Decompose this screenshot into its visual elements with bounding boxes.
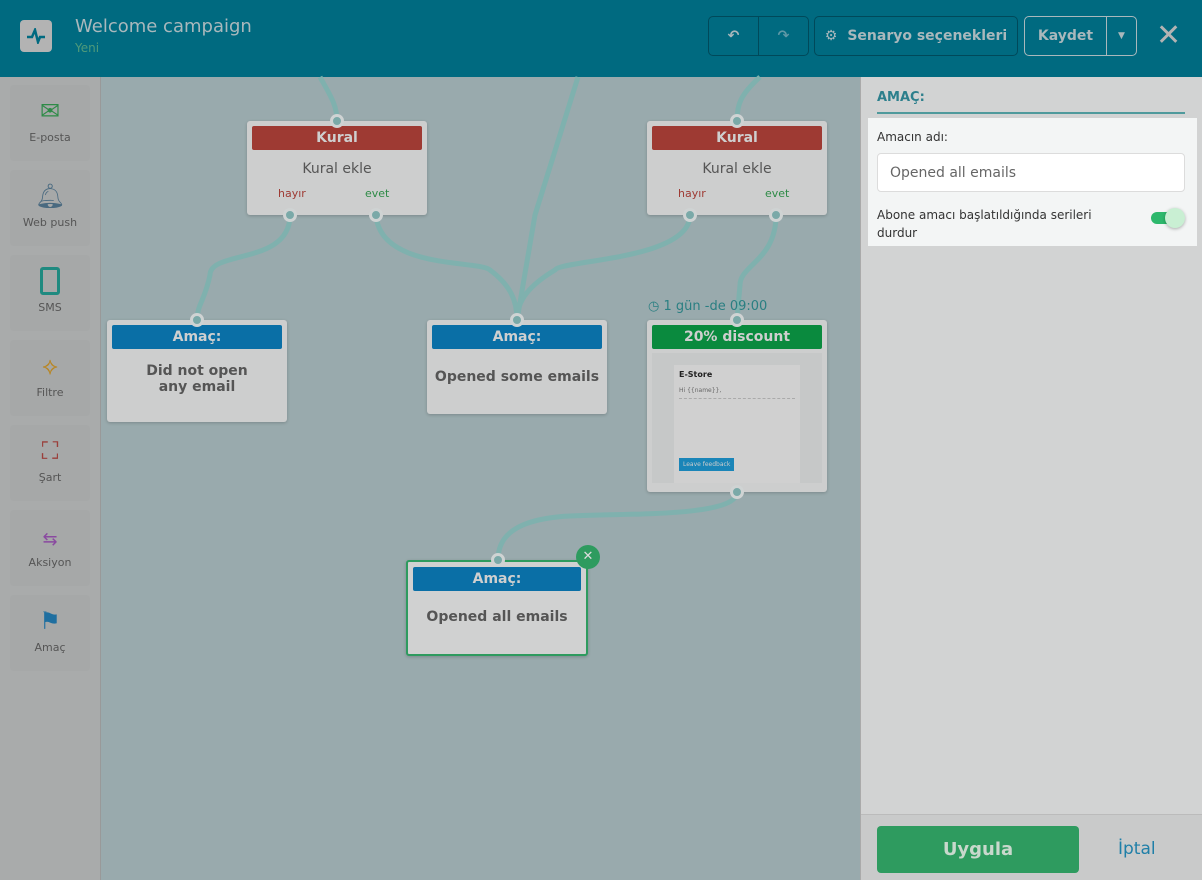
goal-form: Amacın adı: Abone amacı başlatıldığında … [868, 118, 1197, 246]
connector-dot[interactable] [190, 313, 204, 327]
rule-node[interactable]: Kural Kural ekle hayır evet [247, 121, 427, 215]
goal-name-input[interactable] [877, 153, 1185, 192]
yes-branch-label: evet [765, 187, 790, 200]
connection-line [373, 214, 520, 321]
connector-dot[interactable] [369, 208, 383, 222]
panel-footer: Uygula İptal [861, 814, 1202, 880]
yes-branch-label: evet [365, 187, 390, 200]
connector-dot[interactable] [730, 313, 744, 327]
connector-dot[interactable] [730, 114, 744, 128]
goal-node-title: Amaç: [413, 567, 581, 591]
stop-series-label: Abone amacı başlatıldığında serileri dur… [877, 208, 1092, 240]
email-node[interactable]: 20% discount E-Store Hi {{name}}, Leave … [647, 320, 827, 492]
rule-node-title: Kural [652, 126, 822, 150]
save-button[interactable]: Kaydet [1024, 16, 1107, 56]
connector-dot[interactable] [330, 114, 344, 128]
goal-node[interactable]: Amaç: Opened some emails [427, 320, 607, 414]
goal-node-selected[interactable]: Amaç: Opened all emails [406, 560, 588, 656]
panel-section-title: AMAÇ: [877, 90, 1185, 114]
email-greeting: Hi {{name}}, [679, 387, 722, 394]
save-dropdown-button[interactable]: ▼ [1106, 16, 1137, 56]
add-rule-link[interactable]: Kural ekle [647, 161, 827, 177]
connection-line [514, 76, 581, 321]
apply-button[interactable]: Uygula [877, 826, 1079, 873]
connector-dot[interactable] [510, 313, 524, 327]
connector-dot[interactable] [769, 208, 783, 222]
connection-line [194, 214, 293, 321]
rule-node-title: Kural [252, 126, 422, 150]
delay-label: ◷ 1 gün -de 09:00 [648, 299, 767, 314]
delete-node-icon[interactable]: ✕ [576, 545, 600, 569]
toggle-knob [1165, 208, 1185, 228]
goal-node[interactable]: Amaç: Did not open any email [107, 320, 287, 422]
rule-node[interactable]: Kural Kural ekle hayır evet [647, 121, 827, 215]
add-rule-link[interactable]: Kural ekle [247, 161, 427, 177]
email-node-title: 20% discount [652, 325, 822, 349]
no-branch-label: hayır [278, 187, 306, 200]
goal-node-name: Did not open any email [146, 363, 248, 395]
close-icon[interactable]: ✕ [1156, 18, 1181, 53]
goal-node-title: Amaç: [112, 325, 282, 349]
connector-dot[interactable] [491, 553, 505, 567]
goal-name-label: Amacın adı: [877, 130, 948, 144]
goal-node-name: Opened all emails [426, 609, 568, 625]
chevron-down-icon: ▼ [1118, 31, 1125, 41]
delay-text: 1 gün -de 09:00 [663, 299, 768, 314]
connector-dot[interactable] [283, 208, 297, 222]
connector-dot[interactable] [730, 485, 744, 499]
clock-icon: ◷ [648, 299, 664, 314]
cancel-link[interactable]: İptal [1118, 839, 1156, 859]
goal-node-name: Opened some emails [434, 369, 600, 385]
goal-settings-panel: AMAÇ: Amacın adı: Abone amacı başlatıldı… [860, 77, 1202, 880]
email-preview: E-Store Hi {{name}}, Leave feedback [652, 353, 822, 483]
email-cta: Leave feedback [679, 458, 735, 471]
connection-line [495, 491, 740, 561]
goal-node-title: Amaç: [432, 325, 602, 349]
email-brand: E-Store [679, 370, 713, 379]
scenario-options-label: Senaryo seçenekleri [847, 28, 1008, 44]
connector-dot[interactable] [683, 208, 697, 222]
stop-series-toggle[interactable] [1151, 208, 1185, 228]
no-branch-label: hayır [678, 187, 706, 200]
